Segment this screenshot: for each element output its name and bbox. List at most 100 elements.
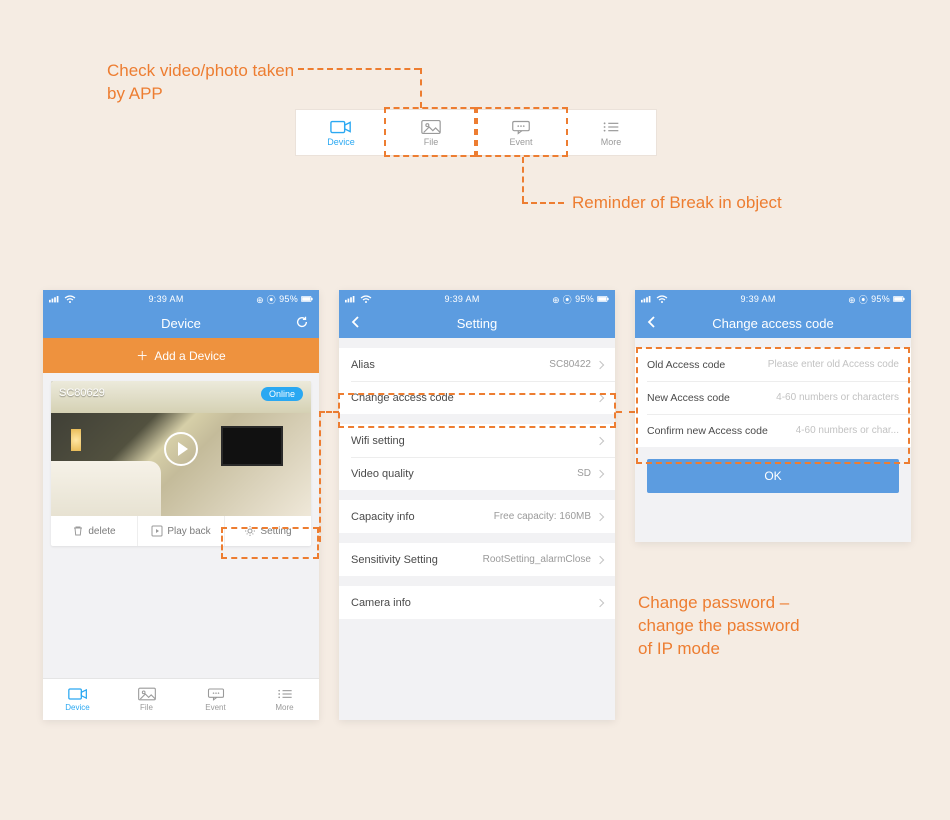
ok-button[interactable]: OK	[647, 459, 899, 493]
play-icon[interactable]	[164, 432, 198, 466]
message-icon	[510, 119, 532, 135]
nav-bar-device: Device	[43, 308, 319, 338]
row-capacity[interactable]: Capacity info Free capacity: 160MB	[339, 500, 615, 533]
tab-label: Event	[205, 703, 225, 712]
tab-label: Device	[327, 137, 355, 147]
image-icon	[137, 687, 157, 701]
wifi-icon	[656, 295, 668, 303]
list-icon	[600, 119, 622, 135]
field-placeholder: 4-60 numbers or char...	[796, 425, 899, 436]
row-value: SC80422	[549, 359, 591, 370]
btab-file[interactable]: File	[112, 679, 181, 720]
confirm-access-code-field[interactable]: Confirm new Access code 4-60 numbers or …	[635, 414, 911, 447]
phone-device-list: 9:39 AM ⊕ ⦿ 95% Device ＋ Add a Device SC…	[43, 290, 319, 720]
tab-label: File	[140, 703, 153, 712]
refresh-button[interactable]	[295, 315, 309, 332]
signal-icon	[641, 295, 653, 303]
add-device-label: Add a Device	[154, 349, 225, 363]
btab-more[interactable]: More	[250, 679, 319, 720]
tab-more[interactable]: More	[566, 110, 656, 155]
battery-percent: 95%	[871, 294, 890, 304]
row-label: Capacity info	[351, 511, 415, 523]
message-icon	[206, 687, 226, 701]
field-label: New Access code	[647, 392, 730, 404]
chevron-right-icon	[596, 512, 604, 520]
status-bar: 9:39 AM ⊕ ⦿ 95%	[339, 290, 615, 308]
tab-label: More	[601, 137, 622, 147]
btab-device[interactable]: Device	[43, 679, 112, 720]
tab-file[interactable]: File	[386, 110, 476, 155]
trash-icon	[72, 525, 84, 537]
chevron-right-icon	[596, 393, 604, 401]
delete-button[interactable]: delete	[51, 516, 137, 546]
annotation-reminder: Reminder of Break in object	[572, 192, 782, 215]
page-title: Change access code	[712, 316, 833, 331]
row-label: Wifi setting	[351, 435, 405, 447]
battery-percent: 95%	[279, 294, 298, 304]
tab-device[interactable]: Device	[296, 110, 386, 155]
chevron-right-icon	[596, 360, 604, 368]
nav-bar-change-code: Change access code	[635, 308, 911, 338]
list-group-media: Wifi setting Video quality SD	[339, 424, 615, 490]
device-thumbnail[interactable]: SC80629 Online	[51, 381, 311, 516]
add-device-button[interactable]: ＋ Add a Device	[43, 338, 319, 373]
leader-line	[616, 411, 635, 413]
row-wifi[interactable]: Wifi setting	[339, 424, 615, 457]
annotation-line: of IP mode	[638, 638, 800, 661]
row-label: Sensitivity Setting	[351, 554, 438, 566]
bottom-tab-bar: Device File Event More	[43, 678, 319, 720]
btab-event[interactable]: Event	[181, 679, 250, 720]
battery-icon	[301, 295, 313, 303]
annotation-line: change the password	[638, 615, 800, 638]
refresh-icon	[295, 315, 309, 329]
leader-line	[298, 68, 420, 70]
list-group-alias: Alias SC80422 Change access code	[339, 348, 615, 414]
leader-line	[319, 411, 339, 413]
annotation-check-video: Check video/photo taken by APP	[107, 60, 294, 106]
chevron-right-icon	[596, 555, 604, 563]
row-label: Change access code	[351, 392, 454, 404]
action-label: Setting	[260, 526, 291, 537]
camera-icon	[68, 687, 88, 701]
status-time: 9:39 AM	[149, 294, 184, 304]
row-label: Alias	[351, 359, 375, 371]
back-button[interactable]	[349, 315, 363, 332]
device-card[interactable]: SC80629 Online delete Play back Setting	[51, 381, 311, 546]
page-title: Device	[161, 316, 201, 331]
device-actions: delete Play back Setting	[51, 516, 311, 546]
field-label: Old Access code	[647, 359, 725, 371]
row-sensitivity[interactable]: Sensitivity Setting RootSetting_alarmClo…	[339, 543, 615, 576]
camera-icon	[330, 119, 352, 135]
back-button[interactable]	[645, 315, 659, 332]
status-bar: 9:39 AM ⊕ ⦿ 95%	[635, 290, 911, 308]
battery-percent: 95%	[575, 294, 594, 304]
row-value: RootSetting_alarmClose	[483, 554, 591, 565]
status-right: ⊕ ⦿ 95%	[552, 293, 609, 306]
leader-line	[319, 411, 321, 542]
playback-button[interactable]: Play back	[137, 516, 224, 546]
row-value: SD	[577, 468, 591, 479]
list-group-capacity: Capacity info Free capacity: 160MB	[339, 500, 615, 533]
tab-event[interactable]: Event	[476, 110, 566, 155]
image-icon	[420, 119, 442, 135]
annotation-line: by APP	[107, 83, 294, 106]
row-change-access-code[interactable]: Change access code	[339, 381, 615, 414]
annotation-line: Reminder of Break in object	[572, 193, 782, 212]
row-camera-info[interactable]: Camera info	[339, 586, 615, 619]
tab-label: More	[275, 703, 293, 712]
field-placeholder: 4-60 numbers or characters	[776, 392, 899, 403]
row-alias[interactable]: Alias SC80422	[339, 348, 615, 381]
top-tab-bar: Device File Event More	[296, 110, 656, 155]
field-placeholder: Please enter old Access code	[768, 359, 899, 370]
setting-button[interactable]: Setting	[224, 516, 311, 546]
old-access-code-field[interactable]: Old Access code Please enter old Access …	[635, 348, 911, 381]
row-label: Camera info	[351, 597, 411, 609]
row-video-quality[interactable]: Video quality SD	[339, 457, 615, 490]
phone-setting: 9:39 AM ⊕ ⦿ 95% Setting Alias SC80422 Ch…	[339, 290, 615, 720]
access-code-form: Old Access code Please enter old Access …	[635, 348, 911, 447]
status-badge: Online	[261, 387, 303, 401]
status-time: 9:39 AM	[741, 294, 776, 304]
wifi-icon	[360, 295, 372, 303]
page-title: Setting	[457, 316, 497, 331]
new-access-code-field[interactable]: New Access code 4-60 numbers or characte…	[635, 381, 911, 414]
